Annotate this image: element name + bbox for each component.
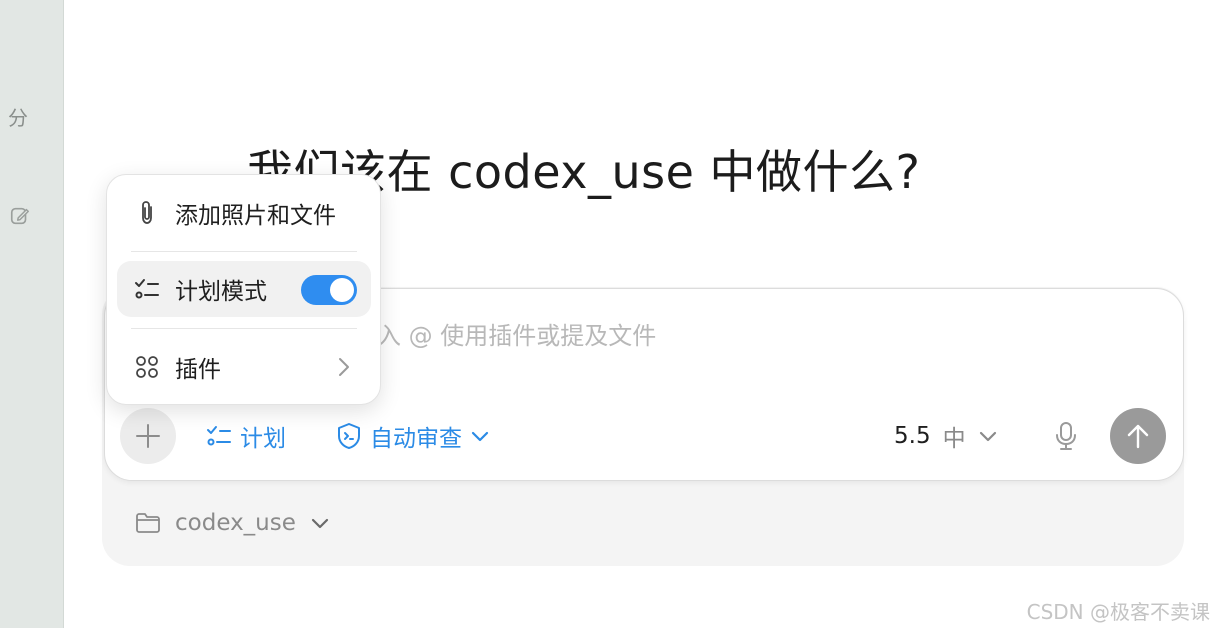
model-selector[interactable]: 5.5 中 xyxy=(894,420,998,452)
chevron-down-icon xyxy=(979,431,996,442)
auto-review-label: 自动审查 xyxy=(370,426,462,452)
menu-divider xyxy=(131,328,357,329)
chevron-down-icon xyxy=(471,431,489,442)
grid-dots-icon xyxy=(133,353,161,381)
menu-item-plan-mode[interactable]: 计划模式 xyxy=(117,261,371,317)
send-button[interactable] xyxy=(1110,408,1166,464)
menu-item-label: 插件 xyxy=(175,357,221,383)
add-button[interactable] xyxy=(120,408,176,464)
checklist-icon xyxy=(207,426,231,446)
watermark: CSDN @极客不卖课 xyxy=(1026,600,1210,624)
app-window: 分 我们该在 codex_use 中做什么? 入 @ 使用插件或提及文件 计划 … xyxy=(0,0,1216,628)
menu-divider xyxy=(131,251,357,252)
chevron-right-icon xyxy=(339,358,349,376)
checklist-icon xyxy=(133,275,161,303)
model-effort: 中 xyxy=(942,426,966,452)
shield-terminal-icon xyxy=(338,423,360,449)
chevron-down-icon xyxy=(311,518,328,529)
project-name: codex_use xyxy=(175,510,296,536)
menu-item-plugins[interactable]: 插件 xyxy=(117,339,371,395)
toggle-knob xyxy=(330,278,354,302)
arrow-up-icon xyxy=(1127,424,1149,449)
plan-mode-toggle[interactable] xyxy=(301,275,357,305)
prompt-placeholder: 入 @ 使用插件或提及文件 xyxy=(377,322,657,350)
menu-item-label: 添加照片和文件 xyxy=(175,203,336,229)
project-selector[interactable]: codex_use xyxy=(135,506,330,540)
model-version: 5.5 xyxy=(894,423,931,449)
folder-icon xyxy=(136,513,160,533)
paperclip-icon xyxy=(133,199,161,227)
microphone-icon[interactable] xyxy=(1052,420,1080,452)
attach-menu-popup: 添加照片和文件 计划模式 插件 xyxy=(106,174,381,405)
auto-review-dropdown[interactable]: 自动审查 xyxy=(336,420,490,452)
plus-icon xyxy=(136,424,160,448)
plan-mode-label: 计划 xyxy=(240,426,286,452)
menu-item-add-files[interactable]: 添加照片和文件 xyxy=(117,185,371,241)
sidebar-partial-label: 分 xyxy=(8,106,28,130)
plan-mode-chip[interactable]: 计划 xyxy=(206,420,286,452)
sidebar: 分 xyxy=(0,0,64,628)
edit-icon[interactable] xyxy=(9,205,31,227)
menu-item-label: 计划模式 xyxy=(175,279,267,305)
